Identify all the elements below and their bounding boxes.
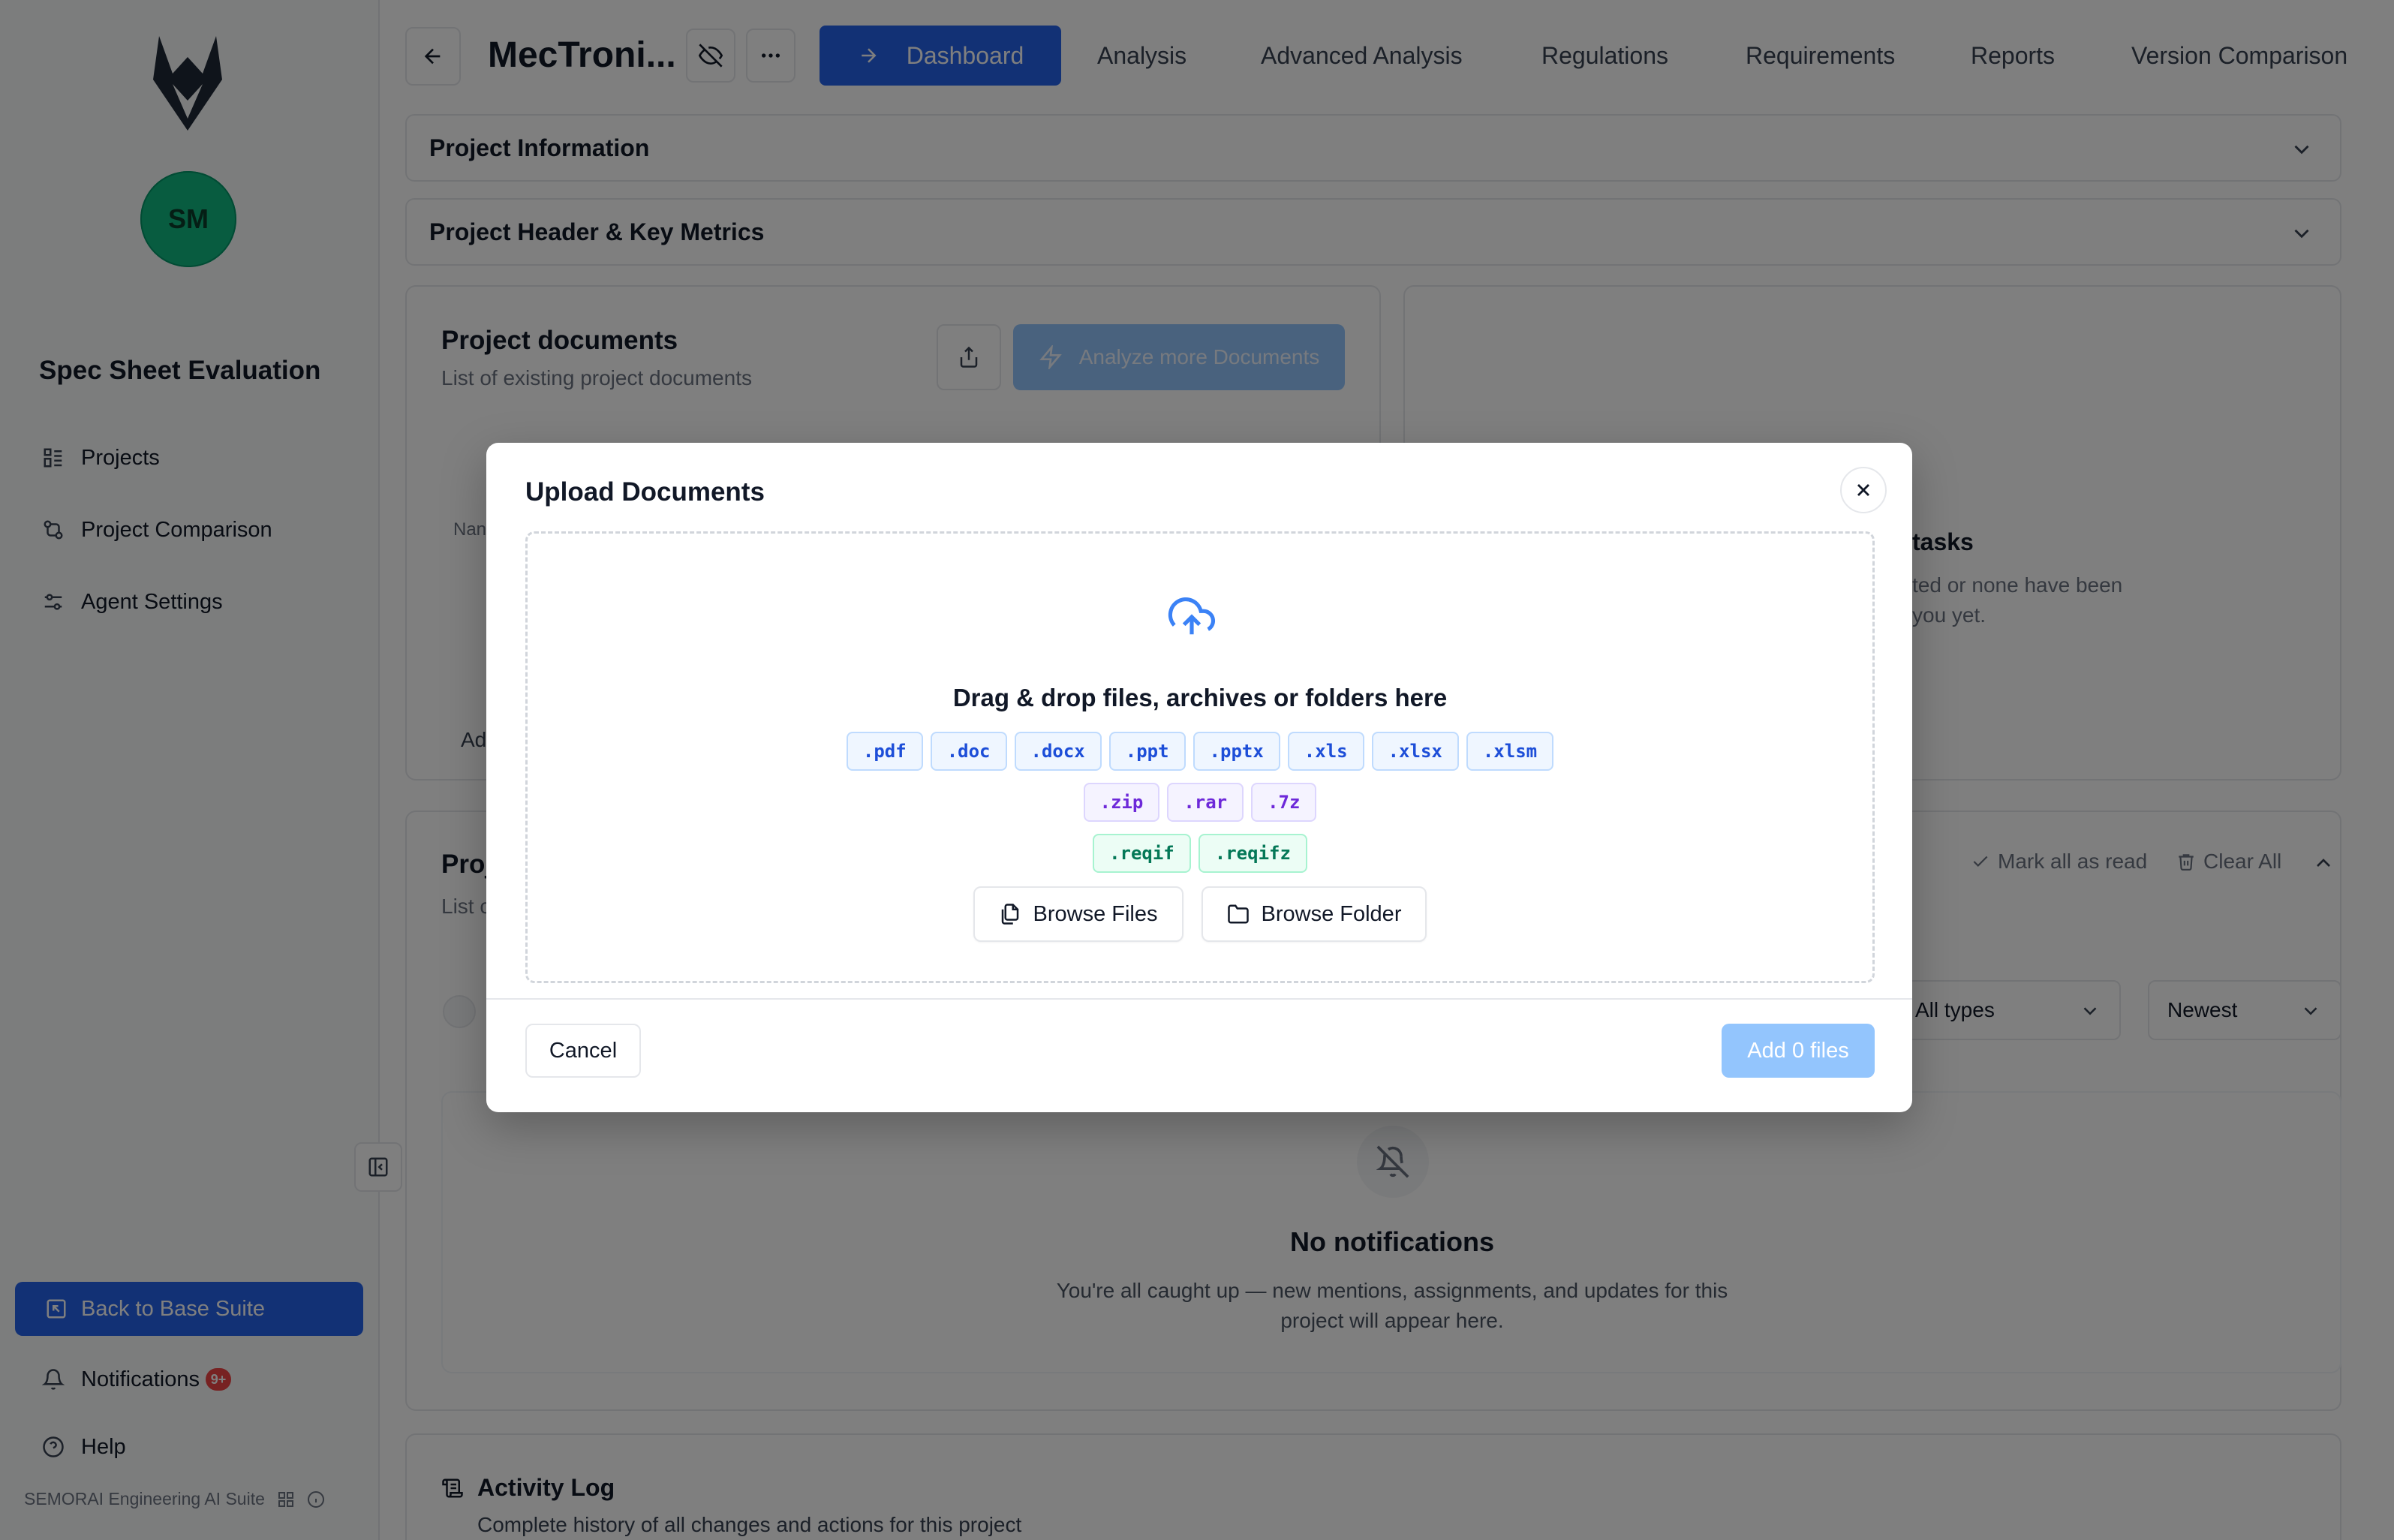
file-type-chip: .pdf — [846, 732, 923, 771]
cloud-upload-icon — [1168, 597, 1216, 635]
file-type-chip: .docx — [1014, 732, 1102, 771]
file-type-chip: .zip — [1083, 783, 1160, 822]
cancel-button[interactable]: Cancel — [525, 1024, 641, 1078]
upload-documents-dialog: Upload Documents Drag & drop files, arch… — [486, 443, 1912, 1112]
file-type-chip: .reqifz — [1198, 834, 1307, 873]
file-type-chip: .7z — [1251, 783, 1317, 822]
browse-buttons: Browse Files Browse Folder — [528, 886, 1872, 942]
file-type-chip: .pptx — [1192, 732, 1280, 771]
files-icon — [1001, 904, 1018, 925]
file-type-chip: .doc — [930, 732, 1007, 771]
reqif-types-row: .reqif .reqifz — [528, 834, 1872, 873]
file-type-chip: .reqif — [1093, 834, 1191, 873]
browse-folder-button[interactable]: Browse Folder — [1201, 886, 1427, 942]
file-type-chip: .xlsx — [1371, 732, 1459, 771]
dialog-title: Upload Documents — [525, 477, 765, 507]
file-type-chip: .rar — [1167, 783, 1244, 822]
dialog-divider — [486, 998, 1912, 1000]
document-types-row: .pdf .doc .docx .ppt .pptx .xls .xlsx .x… — [528, 732, 1872, 771]
close-icon — [1857, 484, 1869, 496]
file-type-chip: .xls — [1287, 732, 1364, 771]
browse-folder-label: Browse Folder — [1261, 901, 1402, 926]
add-files-button[interactable]: Add 0 files — [1722, 1024, 1875, 1078]
browse-files-button[interactable]: Browse Files — [973, 886, 1183, 942]
close-dialog-button[interactable] — [1840, 467, 1887, 513]
archive-types-row: .zip .rar .7z — [528, 783, 1872, 822]
browse-files-label: Browse Files — [1033, 901, 1158, 926]
dropzone-instructions: Drag & drop files, archives or folders h… — [952, 684, 1448, 711]
folder-icon — [1227, 904, 1249, 924]
file-dropzone[interactable]: Drag & drop files, archives or folders h… — [525, 531, 1875, 983]
file-type-chip: .xlsm — [1466, 732, 1554, 771]
file-type-chip: .ppt — [1108, 732, 1186, 771]
